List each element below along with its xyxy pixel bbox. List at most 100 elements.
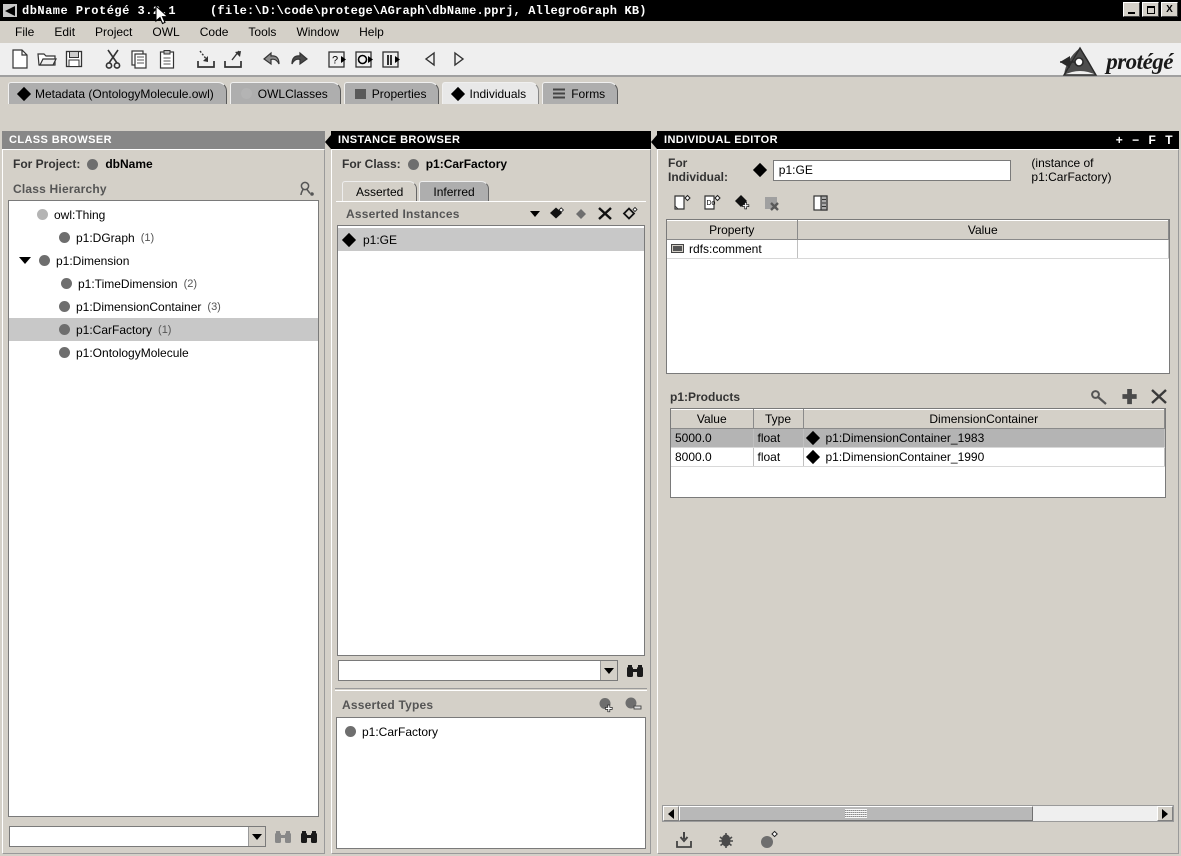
sort-caret-icon[interactable]: [530, 210, 540, 217]
maximize-button[interactable]: [1142, 2, 1159, 17]
scrollbar-track[interactable]: [679, 806, 1157, 821]
subtab-asserted[interactable]: Asserted: [342, 181, 418, 201]
tab-properties[interactable]: Properties: [343, 82, 440, 104]
add-type-icon[interactable]: [597, 697, 615, 713]
delete-instance-icon[interactable]: [597, 206, 613, 221]
table-row[interactable]: 5000.0 float p1:DimensionContainer_1983: [671, 428, 1165, 448]
tree-item-dimension[interactable]: p1:Dimension: [9, 249, 318, 272]
tree-item-dgraph[interactable]: p1:DGraph (1): [9, 226, 318, 249]
cell-container[interactable]: p1:DimensionContainer_1990: [803, 447, 1165, 467]
save-icon[interactable]: [60, 45, 87, 73]
instance-icon[interactable]: [758, 830, 780, 850]
scroll-left-button[interactable]: [663, 806, 679, 821]
close-button[interactable]: X: [1161, 2, 1178, 17]
minus-icon[interactable]: −: [1132, 133, 1139, 147]
cell-type[interactable]: float: [753, 428, 804, 448]
tab-individuals[interactable]: Individuals: [442, 82, 540, 104]
cell-container[interactable]: p1:DimensionContainer_1983: [803, 428, 1165, 448]
paste-icon[interactable]: [153, 45, 180, 73]
tree-item-timedimension[interactable]: p1:TimeDimension (2): [9, 272, 318, 295]
add-individual-icon[interactable]: [730, 192, 756, 214]
menu-tools[interactable]: Tools: [239, 23, 285, 41]
cut-icon[interactable]: [99, 45, 126, 73]
delete-individual-icon[interactable]: [760, 192, 786, 214]
menu-owl[interactable]: OWL: [143, 23, 188, 41]
binoculars-dark-icon[interactable]: [626, 664, 644, 678]
individual-name-input[interactable]: p1:GE: [772, 159, 1012, 181]
main-tab-bar: Metadata (OntologyMolecule.owl) OWLClass…: [0, 77, 1181, 104]
forward-icon[interactable]: [444, 45, 471, 73]
menu-file[interactable]: File: [6, 23, 43, 41]
redo-icon[interactable]: [285, 45, 312, 73]
find-class-icon[interactable]: [299, 181, 316, 196]
combo-arrow-button[interactable]: [248, 827, 265, 846]
instance-search-combo[interactable]: [338, 660, 618, 681]
copy-icon[interactable]: [126, 45, 153, 73]
menu-edit[interactable]: Edit: [45, 23, 84, 41]
products-table[interactable]: Value Type DimensionContainer 5000.0 flo…: [670, 408, 1166, 498]
property-value-table[interactable]: Property Value rdfs:comment: [666, 219, 1170, 374]
duplicate-instance-icon[interactable]: [574, 207, 588, 221]
new-resource-icon[interactable]: [670, 192, 696, 214]
tree-item-owl-thing[interactable]: owl:Thing: [9, 203, 318, 226]
create-instance-icon[interactable]: [549, 206, 565, 221]
tab-owlclasses[interactable]: OWLClasses: [229, 82, 341, 104]
scroll-right-button[interactable]: [1157, 806, 1173, 821]
tab-forms[interactable]: Forms: [542, 82, 619, 104]
plus-icon[interactable]: +: [1116, 133, 1123, 147]
table-row[interactable]: 8000.0 float p1:DimensionContainer_1990: [671, 447, 1165, 467]
cell-value[interactable]: [797, 239, 1169, 259]
combo-arrow-button[interactable]: [600, 661, 617, 680]
inspect-icon[interactable]: [1090, 389, 1108, 405]
tree-item-dimensioncontainer[interactable]: p1:DimensionContainer (3): [9, 295, 318, 318]
save-down-icon[interactable]: [674, 830, 694, 850]
cell-value[interactable]: 5000.0: [671, 428, 754, 448]
scrollbar-grip-icon: [844, 809, 867, 818]
binoculars-dark-icon[interactable]: [300, 830, 318, 844]
remove-instance-icon[interactable]: [622, 206, 638, 221]
menu-code[interactable]: Code: [191, 23, 238, 41]
export-icon[interactable]: [219, 45, 246, 73]
tab-metadata-label: Metadata (OntologyMolecule.owl): [35, 86, 214, 101]
tree-item-ontologymolecule[interactable]: p1:OntologyMolecule: [9, 341, 318, 364]
asserted-instances-list[interactable]: p1:GE: [337, 225, 645, 656]
table-row[interactable]: rdfs:comment: [667, 239, 1169, 259]
step-icon[interactable]: [378, 45, 405, 73]
subtab-inferred[interactable]: Inferred: [419, 181, 489, 201]
delete-row-icon[interactable]: [1150, 388, 1168, 405]
scrollbar-thumb[interactable]: [679, 806, 1033, 821]
tab-metadata[interactable]: Metadata (OntologyMolecule.owl): [8, 82, 227, 104]
f-icon[interactable]: F: [1149, 133, 1157, 147]
t-icon[interactable]: T: [1165, 133, 1173, 147]
menu-project[interactable]: Project: [86, 23, 141, 41]
list-item-instance[interactable]: p1:GE: [338, 228, 644, 251]
chevron-down-icon[interactable]: [19, 257, 31, 264]
open-folder-icon[interactable]: [33, 45, 60, 73]
query-icon[interactable]: ?: [324, 45, 351, 73]
bug-icon[interactable]: [716, 830, 736, 850]
undo-icon[interactable]: [258, 45, 285, 73]
square-icon: [354, 88, 366, 99]
cell-value[interactable]: 8000.0: [671, 447, 754, 467]
minimize-button[interactable]: [1123, 2, 1140, 17]
back-icon[interactable]: [417, 45, 444, 73]
class-icon: [59, 347, 70, 358]
duplicate-resource-icon[interactable]: Do: [700, 192, 726, 214]
tree-item-label: p1:OntologyMolecule: [76, 345, 189, 360]
list-item-type[interactable]: p1:CarFactory: [337, 720, 645, 743]
view-layout-icon[interactable]: [808, 192, 834, 214]
binoculars-light-icon[interactable]: [274, 830, 292, 844]
add-row-icon[interactable]: [1120, 388, 1138, 405]
class-search-combo[interactable]: [9, 826, 266, 847]
cell-type[interactable]: float: [753, 447, 804, 467]
run-icon[interactable]: [351, 45, 378, 73]
import-icon[interactable]: [192, 45, 219, 73]
new-file-icon[interactable]: [6, 45, 33, 73]
remove-type-icon[interactable]: [624, 697, 642, 713]
editor-horizontal-scrollbar[interactable]: [662, 805, 1174, 822]
tree-item-carfactory[interactable]: p1:CarFactory (1): [9, 318, 318, 341]
menu-help[interactable]: Help: [350, 23, 393, 41]
asserted-types-list[interactable]: p1:CarFactory: [336, 717, 646, 849]
class-hierarchy-tree[interactable]: owl:Thing p1:DGraph (1) p1:Dimension p1:…: [8, 200, 319, 817]
menu-window[interactable]: Window: [287, 23, 348, 41]
